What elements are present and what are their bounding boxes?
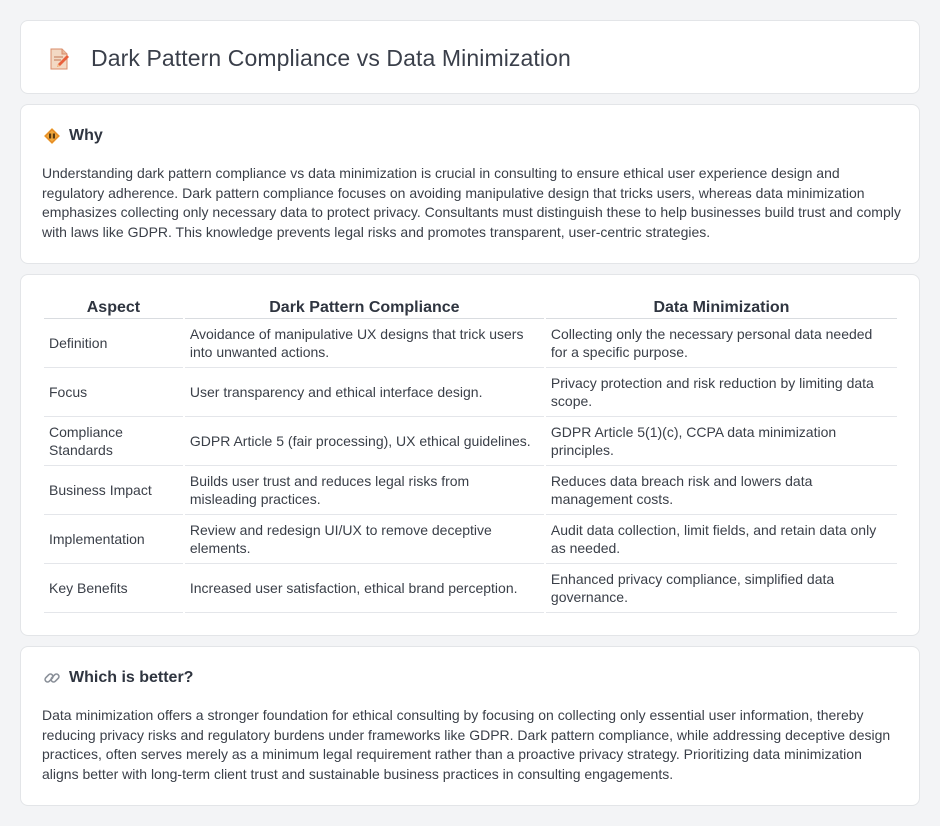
row-data-minimization: Privacy protection and risk reduction by… bbox=[545, 368, 897, 417]
row-aspect: Definition bbox=[44, 319, 183, 368]
table-row: Compliance Standards GDPR Article 5 (fai… bbox=[44, 417, 897, 466]
row-data-minimization: GDPR Article 5(1)(c), CCPA data minimiza… bbox=[545, 417, 897, 466]
row-dark-pattern: GDPR Article 5 (fair processing), UX eth… bbox=[184, 417, 544, 466]
document-pen-icon bbox=[50, 48, 69, 69]
table-row: Focus User transparency and ethical inte… bbox=[44, 368, 897, 417]
row-aspect: Focus bbox=[44, 368, 183, 417]
table-row: Key Benefits Increased user satisfaction… bbox=[44, 564, 897, 613]
row-dark-pattern: Builds user trust and reduces legal risk… bbox=[184, 466, 544, 515]
table-row: Definition Avoidance of manipulative UX … bbox=[44, 319, 897, 368]
row-aspect: Key Benefits bbox=[44, 564, 183, 613]
row-data-minimization: Reduces data breach risk and lowers data… bbox=[545, 466, 897, 515]
row-dark-pattern: User transparency and ethical interface … bbox=[184, 368, 544, 417]
row-aspect: Business Impact bbox=[44, 466, 183, 515]
row-aspect: Implementation bbox=[44, 515, 183, 564]
row-data-minimization: Enhanced privacy compliance, simplified … bbox=[545, 564, 897, 613]
why-body: Understanding dark pattern compliance vs… bbox=[42, 165, 901, 240]
warning-diamond-icon bbox=[44, 128, 60, 144]
comparison-table: Aspect Dark Pattern Compliance Data Mini… bbox=[42, 295, 899, 613]
why-title: Why bbox=[69, 127, 103, 144]
table-row: Implementation Review and redesign UI/UX… bbox=[44, 515, 897, 564]
row-data-minimization: Collecting only the necessary personal d… bbox=[545, 319, 897, 368]
better-body: Data minimization offers a stronger foun… bbox=[42, 707, 891, 782]
better-section: Which is better? Data minimization offer… bbox=[20, 646, 920, 806]
comparison-section: Aspect Dark Pattern Compliance Data Mini… bbox=[20, 274, 920, 636]
table-row: Business Impact Builds user trust and re… bbox=[44, 466, 897, 515]
header-dark-pattern: Dark Pattern Compliance bbox=[184, 295, 544, 319]
why-section: Why Understanding dark pattern complianc… bbox=[20, 104, 920, 264]
header-aspect: Aspect bbox=[44, 295, 183, 319]
row-data-minimization: Audit data collection, limit fields, and… bbox=[545, 515, 897, 564]
link-icon bbox=[44, 673, 60, 683]
header-card: Dark Pattern Compliance vs Data Minimiza… bbox=[20, 20, 920, 94]
page-title-row: Dark Pattern Compliance vs Data Minimiza… bbox=[47, 45, 571, 72]
row-dark-pattern: Review and redesign UI/UX to remove dece… bbox=[184, 515, 544, 564]
table-header-row: Aspect Dark Pattern Compliance Data Mini… bbox=[44, 295, 897, 319]
better-heading: Which is better? bbox=[43, 669, 193, 687]
better-title: Which is better? bbox=[69, 669, 194, 686]
header-data-minimization: Data Minimization bbox=[545, 295, 897, 319]
row-dark-pattern: Increased user satisfaction, ethical bra… bbox=[184, 564, 544, 613]
row-dark-pattern: Avoidance of manipulative UX designs tha… bbox=[184, 319, 544, 368]
row-aspect: Compliance Standards bbox=[44, 417, 183, 466]
why-heading: Why bbox=[43, 127, 103, 145]
page-title: Dark Pattern Compliance vs Data Minimiza… bbox=[91, 45, 571, 71]
